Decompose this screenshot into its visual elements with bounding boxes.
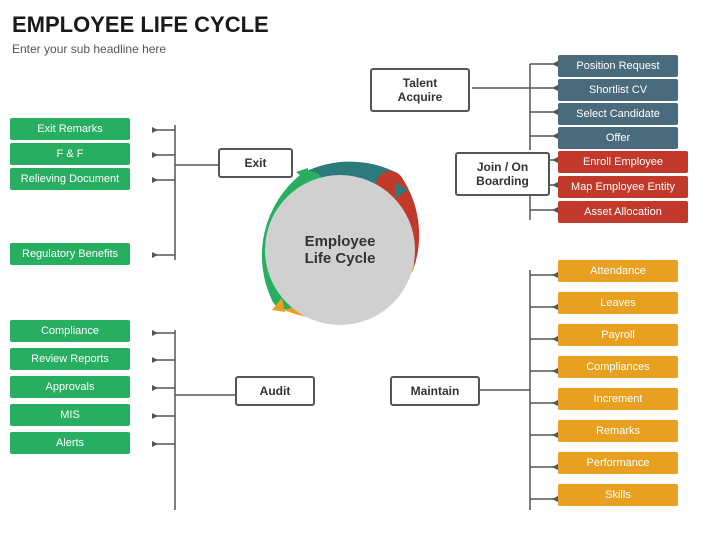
page-subtitle: Enter your sub headline here [12, 42, 166, 56]
alerts-box: Alerts [10, 432, 130, 454]
compliance-box: Compliance [10, 320, 130, 342]
exit-remarks-box: Exit Remarks [10, 118, 130, 140]
increment-box: Increment [558, 388, 678, 410]
maintain-node: Maintain [390, 376, 480, 406]
exit-node: Exit [218, 148, 293, 178]
leaves-box: Leaves [558, 292, 678, 314]
payroll-box: Payroll [558, 324, 678, 346]
attendance-box: Attendance [558, 260, 678, 282]
position-request-box: Position Request [558, 55, 678, 77]
skills-box: Skills [558, 484, 678, 506]
compliances-box: Compliances [558, 356, 678, 378]
enroll-employee-box: Enroll Employee [558, 151, 688, 173]
mis-box: MIS [10, 404, 130, 426]
map-employee-entity-box: Map Employee Entity [558, 176, 688, 198]
shortlist-cv-box: Shortlist CV [558, 79, 678, 101]
performance-box: Performance [558, 452, 678, 474]
asset-allocation-box: Asset Allocation [558, 201, 688, 223]
talent-acquire-node: Talent Acquire [370, 68, 470, 112]
center-circle: EmployeeLife Cycle [265, 175, 415, 325]
remarks-box: Remarks [558, 420, 678, 442]
join-onboarding-node: Join / OnBoarding [455, 152, 550, 196]
center-text: EmployeeLife Cycle [305, 233, 376, 267]
regulatory-benefits-box: Regulatory Benefits [10, 243, 130, 265]
page-title: EMPLOYEE LIFE CYCLE [12, 12, 269, 38]
offer-box: Offer [558, 127, 678, 149]
approvals-box: Approvals [10, 376, 130, 398]
select-candidate-box: Select Candidate [558, 103, 678, 125]
join-onboarding-label: Join / OnBoarding [476, 160, 529, 188]
relieving-document-box: Relieving Document [10, 168, 130, 190]
f-and-f-box: F & F [10, 143, 130, 165]
audit-node: Audit [235, 376, 315, 406]
review-reports-box: Review Reports [10, 348, 130, 370]
